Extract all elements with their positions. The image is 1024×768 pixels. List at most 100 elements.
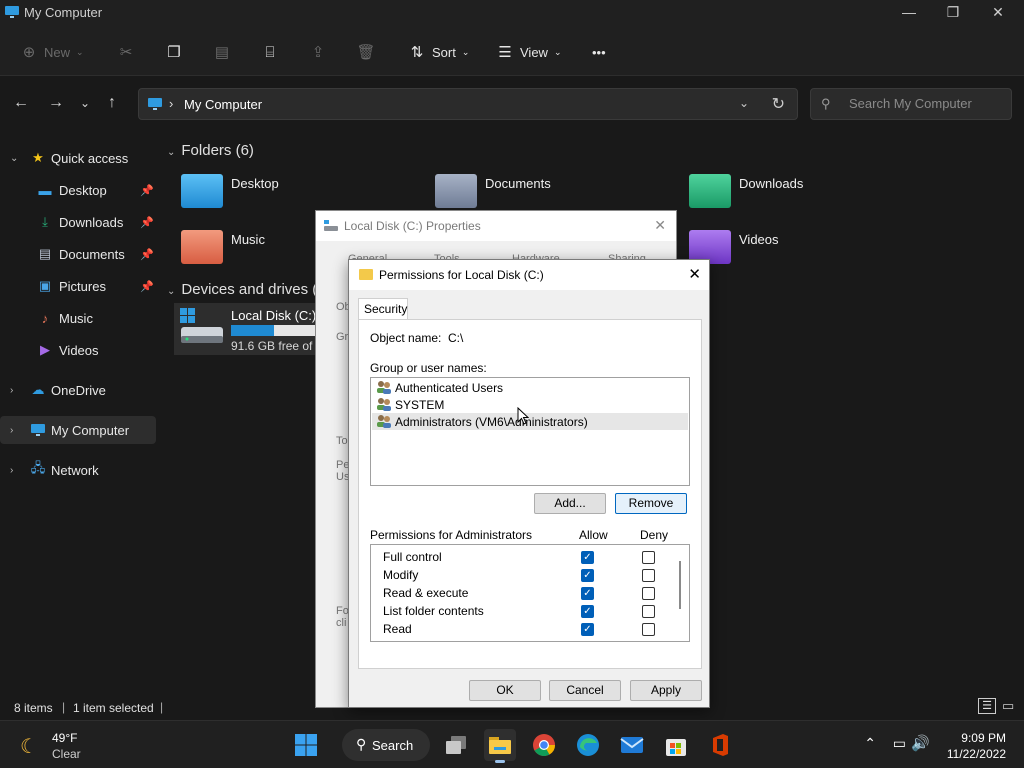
- deny-checkbox[interactable]: [642, 623, 655, 636]
- sidebar-item-pictures[interactable]: ▣ Pictures 📌: [0, 272, 156, 300]
- user-name: Administrators (VM6\Administrators): [395, 415, 588, 429]
- deny-header: Deny: [640, 528, 669, 542]
- deny-checkbox[interactable]: [642, 587, 655, 600]
- user-name: Authenticated Users: [395, 381, 504, 395]
- details-view-icon[interactable]: ☰: [978, 698, 996, 714]
- collapse-chevron-icon[interactable]: ⌄: [167, 286, 175, 297]
- allow-checkbox[interactable]: ✓: [581, 551, 594, 564]
- weather-condition: Clear: [52, 747, 81, 761]
- allow-checkbox[interactable]: ✓: [581, 605, 594, 618]
- copy-button[interactable]: ❐: [165, 40, 183, 64]
- chrome-taskbar-button[interactable]: [528, 729, 560, 761]
- expand-chevron-icon[interactable]: ›: [10, 425, 13, 436]
- up-arrow-icon[interactable]: ↑: [108, 94, 116, 112]
- share-button[interactable]: ⇪: [309, 40, 327, 64]
- sidebar-item-videos[interactable]: ▶ Videos: [0, 336, 156, 364]
- allow-checkbox[interactable]: ✓: [581, 587, 594, 600]
- deny-checkbox[interactable]: [642, 551, 655, 564]
- sidebar-item-music[interactable]: ♪ Music: [0, 304, 156, 332]
- forward-arrow-icon[interactable]: →: [48, 94, 64, 112]
- search-input[interactable]: [849, 96, 999, 111]
- back-arrow-icon[interactable]: ←: [13, 94, 29, 112]
- window-title: My Computer: [24, 5, 103, 20]
- permissions-for-label: Permissions for Administrators: [370, 528, 533, 542]
- permissions-list[interactable]: Full control ✓ Modify ✓ Read & execute ✓…: [370, 544, 690, 642]
- close-icon[interactable]: ✕: [654, 217, 666, 234]
- add-button[interactable]: Add...: [534, 493, 606, 514]
- deny-checkbox[interactable]: [642, 569, 655, 582]
- folder-videos[interactable]: Videos: [689, 230, 929, 270]
- sidebar-item-my-computer[interactable]: › My Computer: [0, 416, 156, 444]
- paste-button[interactable]: ▤: [213, 40, 231, 64]
- folder-documents[interactable]: Documents: [435, 174, 675, 214]
- scrollbar[interactable]: [679, 561, 681, 609]
- object-name-value: C:\: [448, 331, 464, 345]
- folder-icon: [359, 269, 373, 280]
- allow-checkbox[interactable]: ✓: [581, 623, 594, 636]
- permission-row: Modify ✓: [371, 566, 671, 584]
- user-row[interactable]: Authenticated Users: [372, 379, 688, 396]
- office-taskbar-button[interactable]: [704, 729, 736, 761]
- refresh-icon[interactable]: ↻: [772, 94, 785, 114]
- mail-taskbar-button[interactable]: [616, 729, 648, 761]
- collapse-chevron-icon[interactable]: ⌄: [167, 147, 175, 158]
- new-button[interactable]: ⊕ New ⌄: [20, 40, 84, 64]
- folders-section-header[interactable]: ⌄ Folders (6): [167, 142, 254, 159]
- navigation-pane: ⌄ ★ Quick access ▬ Desktop 📌 ⤓ Downloads…: [0, 140, 160, 690]
- user-row[interactable]: SYSTEM: [372, 396, 688, 413]
- sidebar-item-downloads[interactable]: ⤓ Downloads 📌: [0, 208, 156, 236]
- sidebar-item-documents[interactable]: ▤ Documents 📌: [0, 240, 156, 268]
- chevron-up-icon[interactable]: ⌃: [864, 735, 876, 752]
- delete-button[interactable]: 🗑: [356, 40, 375, 64]
- address-path[interactable]: My Computer: [184, 97, 262, 112]
- view-button[interactable]: ☰ View ⌄: [496, 40, 561, 64]
- deny-checkbox[interactable]: [642, 605, 655, 618]
- drive-local-disk-c[interactable]: Local Disk (C:) 91.6 GB free of 1: [174, 303, 324, 355]
- apply-button[interactable]: Apply: [630, 680, 702, 701]
- ok-button[interactable]: OK: [469, 680, 541, 701]
- sidebar-item-quick-access[interactable]: ⌄ ★ Quick access: [0, 144, 156, 172]
- folder-music[interactable]: Music: [181, 230, 301, 270]
- sidebar-item-onedrive[interactable]: › ☁ OneDrive: [0, 376, 156, 404]
- task-view-button[interactable]: [440, 729, 472, 761]
- expand-chevron-icon[interactable]: ›: [10, 465, 13, 476]
- start-button[interactable]: [290, 729, 322, 761]
- edge-taskbar-button[interactable]: [572, 729, 604, 761]
- tiles-view-icon[interactable]: ▭: [1002, 698, 1014, 714]
- user-row-selected[interactable]: Administrators (VM6\Administrators): [372, 413, 688, 430]
- user-list[interactable]: Authenticated Users SYSTEM Administrator…: [370, 377, 690, 486]
- taskbar-search-label: Search: [372, 738, 414, 753]
- tab-security[interactable]: Security: [358, 298, 408, 320]
- clock[interactable]: 9:09 PM 11/22/2022: [947, 730, 1006, 762]
- cut-button[interactable]: ✂: [117, 40, 135, 64]
- remove-button[interactable]: Remove: [615, 493, 687, 514]
- maximize-button[interactable]: ❐: [930, 4, 976, 26]
- sidebar-item-desktop[interactable]: ▬ Desktop 📌: [0, 176, 156, 204]
- store-taskbar-button[interactable]: [660, 729, 692, 761]
- sidebar-item-label: Pictures: [59, 278, 106, 294]
- close-icon[interactable]: ✕: [688, 265, 701, 283]
- chevron-down-icon[interactable]: ⌄: [739, 96, 749, 110]
- minimize-button[interactable]: —: [886, 4, 932, 26]
- expand-chevron-icon[interactable]: ›: [10, 385, 13, 396]
- search-box[interactable]: ⚲: [810, 88, 1012, 120]
- recent-chevron-icon[interactable]: ⌄: [80, 96, 90, 110]
- more-button[interactable]: •••: [592, 40, 606, 64]
- drives-section-header[interactable]: ⌄ Devices and drives (: [167, 281, 317, 298]
- permission-row: Full control ✓: [371, 548, 671, 566]
- expand-chevron-icon[interactable]: ⌄: [10, 153, 18, 164]
- file-explorer-taskbar-button[interactable]: [484, 729, 516, 763]
- sidebar-item-network[interactable]: › 🖧 Network: [0, 456, 156, 484]
- folder-desktop[interactable]: Desktop: [181, 174, 421, 214]
- network-icon[interactable]: ▭: [893, 735, 906, 752]
- volume-icon[interactable]: 🔊: [911, 734, 930, 752]
- cancel-button[interactable]: Cancel: [549, 680, 621, 701]
- sidebar-item-label: Quick access: [51, 150, 129, 166]
- folder-downloads[interactable]: Downloads: [689, 174, 929, 214]
- address-bar[interactable]: › My Computer ⌄ ↻: [138, 88, 798, 120]
- taskbar-search[interactable]: ⚲ Search: [342, 729, 430, 761]
- rename-button[interactable]: ⌸: [261, 40, 279, 64]
- sort-button[interactable]: ⇅ Sort ⌄: [408, 40, 470, 64]
- close-button[interactable]: ✕: [975, 4, 1021, 26]
- allow-checkbox[interactable]: ✓: [581, 569, 594, 582]
